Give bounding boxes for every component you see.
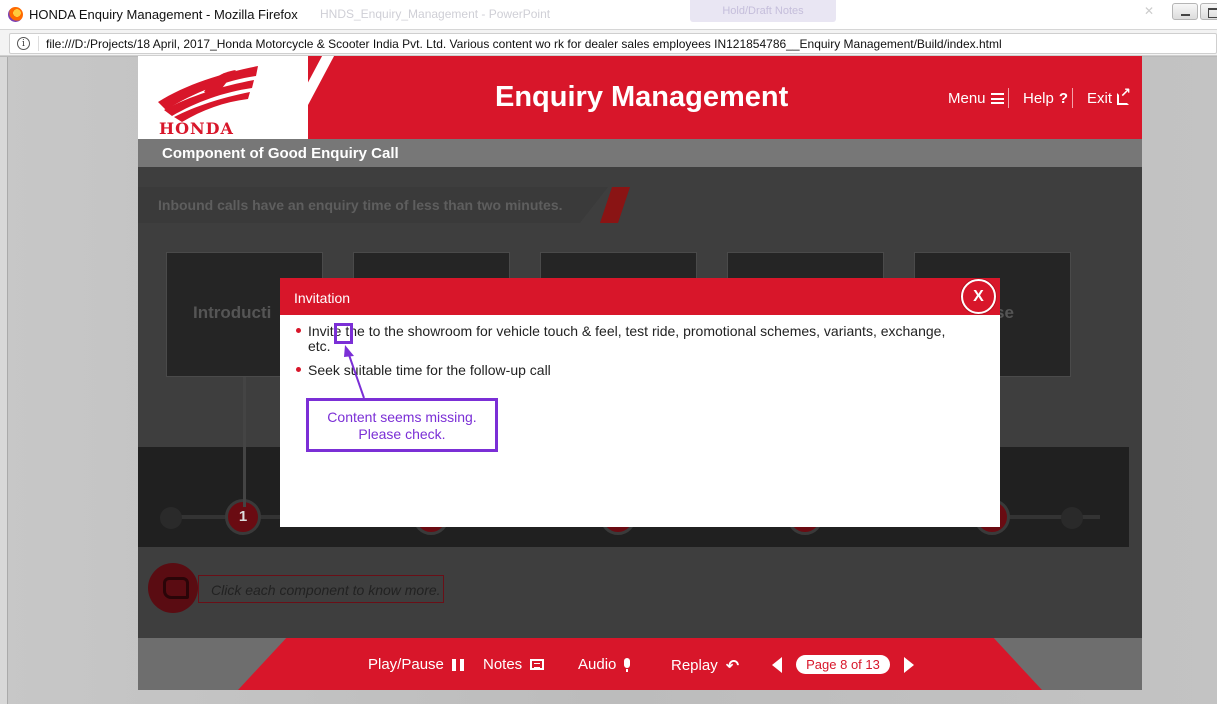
exit-label: Exit — [1087, 90, 1113, 107]
browser-title-bar: HONDA Enquiry Management - Mozilla Firef… — [0, 0, 1217, 30]
address-bar: i file:///D:/Projects/18 April, 2017_Hon… — [0, 30, 1217, 56]
question-icon: ? — [1058, 90, 1069, 107]
timeline-end — [160, 507, 182, 529]
replay-label: Replay — [671, 657, 718, 674]
replay-button[interactable]: Replay ↶ — [671, 656, 739, 675]
previous-page-icon[interactable] — [772, 657, 782, 673]
annotation-line-2: Please check. — [358, 426, 446, 442]
timeline-end — [1061, 507, 1083, 529]
play-pause-button[interactable]: Play/Pause — [368, 656, 464, 673]
audio-button[interactable]: Audio — [578, 656, 631, 673]
honda-brand-text: HONDA — [159, 119, 234, 138]
hamburger-icon — [990, 93, 1004, 104]
popup-title: Invitation — [294, 290, 351, 306]
popup-bullet-list: Invite the to the showroom for vehicle t… — [295, 324, 965, 387]
microphone-icon — [624, 657, 631, 672]
hint-box: Click each component to know more. — [198, 575, 444, 603]
course-header: HONDA Enquiry Management Menu Help ? Exi… — [138, 56, 1142, 139]
window-title: HONDA Enquiry Management - Mozilla Firef… — [29, 7, 298, 22]
notes-button[interactable]: Notes — [483, 656, 545, 673]
hand-click-icon — [148, 563, 198, 613]
menu-label: Menu — [948, 90, 986, 107]
next-page-icon[interactable] — [904, 657, 914, 673]
annotation-comment: Content seems missing. Please check. — [306, 398, 498, 452]
info-icon[interactable]: i — [17, 37, 30, 50]
external-link-icon — [1117, 86, 1131, 105]
honda-wing-logo — [158, 66, 258, 122]
url-separator — [38, 36, 39, 51]
list-item: Invite the to the showroom for vehicle t… — [295, 324, 965, 354]
popup-header: Invitation X — [280, 278, 1000, 315]
hint-text: Click each component to know more. — [211, 582, 441, 598]
course-title: Enquiry Management — [495, 81, 789, 113]
background-window-tab: Hold/Draft Notes — [690, 0, 836, 22]
intro-banner: Inbound calls have an enquiry time of le… — [138, 187, 608, 223]
intro-banner-accent — [600, 187, 630, 223]
timeline-connector — [243, 377, 246, 507]
list-item: Seek suitable time for the follow-up cal… — [295, 363, 965, 378]
annotation-line-1: Content seems missing. — [327, 409, 477, 425]
help-button[interactable]: Help ? — [1023, 90, 1068, 107]
screen-title-bar: Component of Good Enquiry Call — [138, 139, 1142, 167]
nav-divider — [1008, 88, 1009, 108]
footer-bar — [238, 638, 1042, 690]
help-label: Help — [1023, 90, 1054, 107]
url-text: file:///D:/Projects/18 April, 2017_Honda… — [46, 37, 1002, 51]
url-field[interactable]: i file:///D:/Projects/18 April, 2017_Hon… — [9, 33, 1217, 54]
nav-divider — [1072, 88, 1073, 108]
pause-icon — [451, 658, 464, 671]
audio-label: Audio — [578, 656, 617, 673]
notes-label: Notes — [483, 656, 523, 673]
exit-button[interactable]: Exit — [1087, 86, 1131, 108]
replay-icon: ↶ — [725, 656, 740, 675]
close-button[interactable]: X — [961, 279, 996, 314]
play-pause-label: Play/Pause — [368, 656, 444, 673]
maximize-button[interactable] — [1200, 3, 1217, 20]
ghost-close-icon: ✕ — [1144, 4, 1155, 18]
background-window-title: HNDS_Enquiry_Management - PowerPoint — [320, 7, 551, 21]
page-indicator: Page 8 of 13 — [796, 655, 890, 674]
annotation-highlight — [334, 323, 353, 344]
intro-text: Inbound calls have an enquiry time of le… — [158, 197, 563, 213]
minimize-button[interactable] — [1172, 3, 1198, 20]
screen-title: Component of Good Enquiry Call — [162, 145, 399, 162]
menu-button[interactable]: Menu — [948, 90, 1004, 107]
viewport-edge — [0, 57, 8, 704]
component-card-label: Introducti — [193, 303, 272, 322]
firefox-icon — [8, 7, 23, 22]
notes-icon — [530, 659, 545, 670]
